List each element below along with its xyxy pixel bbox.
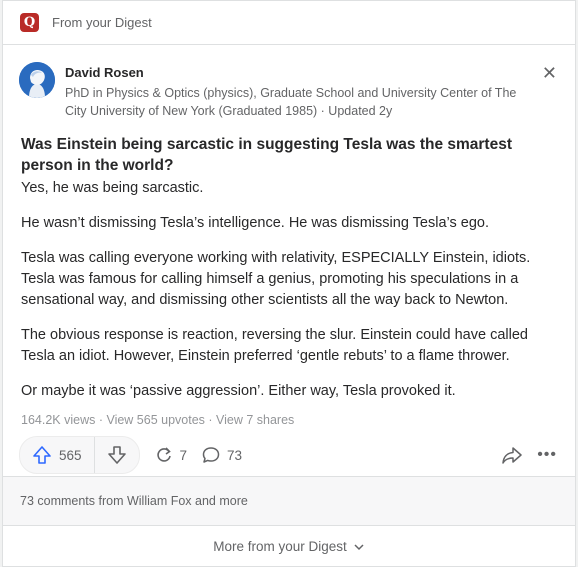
share-arrow-icon[interactable] xyxy=(501,445,523,465)
digest-header: Q From your Digest xyxy=(3,1,575,45)
digest-source-label: From your Digest xyxy=(52,15,152,30)
comment-icon xyxy=(202,447,220,463)
digest-card: Q From your Digest David Rosen PhD in Ph… xyxy=(2,0,576,567)
action-bar: 565 7 73 ••• xyxy=(3,433,575,477)
answer-paragraph: Tesla was calling everyone working with … xyxy=(21,250,531,308)
vote-group: 565 xyxy=(19,436,140,474)
downvote-button[interactable] xyxy=(95,437,139,473)
answer-body: Yes, he was being sarcastic. He wasn’t d… xyxy=(3,178,575,402)
upvote-button[interactable]: 565 xyxy=(20,437,95,473)
more-from-digest-button[interactable]: More from your Digest xyxy=(3,525,575,567)
upvote-arrow-icon xyxy=(33,446,51,464)
action-bar-right: ••• xyxy=(501,433,557,477)
share-count: 7 xyxy=(179,447,188,463)
chevron-down-icon xyxy=(354,543,364,550)
comment-count: 73 xyxy=(227,447,243,463)
author-header: David Rosen PhD in Physics & Optics (phy… xyxy=(3,45,575,125)
reshare-icon xyxy=(156,447,171,462)
answer-paragraph: The obvious response is reaction, revers… xyxy=(21,327,528,364)
share-button[interactable]: 7 xyxy=(154,445,188,465)
comments-preview[interactable]: 73 comments from William Fox and more xyxy=(3,476,575,525)
question-title[interactable]: Was Einstein being sarcastic in suggesti… xyxy=(3,125,575,176)
answer-paragraph: Or maybe it was ‘passive aggression’. Ei… xyxy=(21,383,456,399)
comment-button[interactable]: 73 xyxy=(201,445,242,465)
author-name[interactable]: David Rosen xyxy=(65,65,144,80)
comments-preview-text: 73 comments from William Fox and more xyxy=(20,494,248,508)
answer-paragraph: Yes, he was being sarcastic. xyxy=(21,180,204,196)
close-icon[interactable]: ✕ xyxy=(542,63,557,84)
more-options-icon[interactable]: ••• xyxy=(537,446,557,464)
author-credential: PhD in Physics & Optics (physics), Gradu… xyxy=(65,86,517,118)
quora-logo-icon: Q xyxy=(20,13,39,32)
more-from-digest-label: More from your Digest xyxy=(213,539,347,554)
answer-paragraph: He wasn’t dismissing Tesla’s intelligenc… xyxy=(21,215,489,231)
upvote-count: 565 xyxy=(59,447,82,463)
downvote-arrow-icon xyxy=(107,446,126,464)
answer-stats[interactable]: 164.2K views · View 565 upvotes · View 7… xyxy=(3,413,575,427)
avatar[interactable] xyxy=(19,62,55,98)
